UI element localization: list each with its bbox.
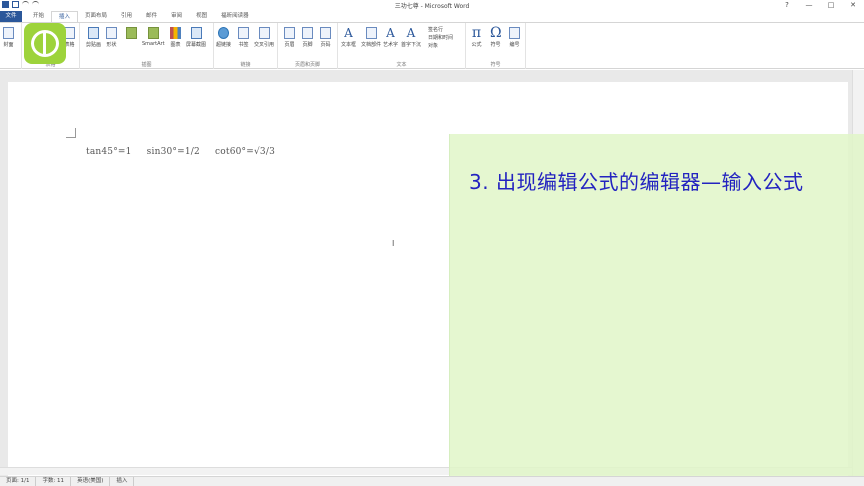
ribbon-tabs: 文件 开始 插入 页面布局 引用 邮件 审阅 视图 福昕阅读器 [0, 11, 864, 22]
screenshot-icon [190, 27, 202, 39]
group-header-footer: 页眉 页脚 页码 页眉和页脚 [278, 23, 338, 69]
smartart-button[interactable]: SmartArt [142, 27, 165, 47]
ribbon: 封面 表格 表格 剪贴画 形状 SmartArt 图表 屏幕截图 插图 超链接 … [0, 22, 864, 69]
page-number-icon [320, 27, 331, 39]
equation-button[interactable]: π 公式 [471, 25, 482, 48]
group-pages: 封面 [0, 23, 22, 69]
footer-button[interactable]: 页脚 [302, 27, 313, 48]
group-label-illustrations: 插图 [141, 62, 152, 68]
symbol-button[interactable]: Ω 符号 [490, 25, 502, 48]
status-mode[interactable]: 插入 [110, 477, 135, 486]
numbering-button[interactable]: 编号 [509, 27, 520, 48]
smartart-icon [147, 27, 159, 39]
tab-view[interactable]: 视图 [189, 11, 214, 22]
cover-button[interactable]: 封面 [3, 27, 14, 48]
tab-file[interactable]: 文件 [0, 11, 22, 22]
tab-foxit[interactable]: 福昕阅读器 [214, 11, 256, 22]
omega-icon: Ω [490, 25, 502, 41]
tab-home[interactable]: 开始 [26, 11, 51, 22]
close-button[interactable]: ✕ [842, 0, 864, 10]
maximize-button[interactable]: □ [820, 0, 842, 10]
globe-icon [218, 27, 229, 39]
group-label-text: 文本 [396, 62, 407, 68]
chart-button[interactable]: 图表 [170, 27, 181, 48]
quickparts-button[interactable]: 文档部件 [361, 27, 381, 48]
hyperlink-button[interactable]: 超链接 [216, 27, 231, 48]
chart-icon [170, 27, 181, 39]
ibeam-cursor-icon: I [392, 239, 395, 248]
status-language[interactable]: 英语(美国) [71, 477, 111, 486]
header-button[interactable]: 页眉 [284, 27, 295, 48]
group-symbols: π 公式 Ω 符号 编号 符号 [466, 23, 526, 69]
dropcap-button[interactable]: A 首字下沉 [401, 27, 421, 48]
tutorial-caption: 3. 出现编辑公式的编辑器—输入公式 [469, 170, 804, 194]
textbox-icon: A [344, 26, 353, 40]
wordart-button[interactable]: A 艺术字 [383, 27, 398, 48]
clipart-icon [126, 27, 137, 39]
object-button[interactable]: 对象 [428, 42, 453, 50]
number-icon [509, 27, 520, 39]
date-time-button[interactable]: 日期和时间 [428, 34, 453, 42]
drop-cap-icon: A [406, 26, 416, 40]
bookmark-icon [238, 27, 249, 39]
brand-logo [24, 23, 66, 64]
footer-icon [302, 27, 313, 39]
group-illustrations: 剪贴画 形状 SmartArt 图表 屏幕截图 插图 [80, 23, 214, 69]
clipart-button[interactable] [126, 27, 137, 41]
group-links: 超链接 书签 交叉引用 链接 [214, 23, 278, 69]
tab-page-layout[interactable]: 页面布局 [78, 11, 114, 22]
pi-icon: π [471, 25, 482, 41]
formula-line[interactable]: tan45°=1 sin30°=1/2 cot60°=√3/3 [86, 147, 287, 157]
tab-insert[interactable]: 插入 [51, 11, 79, 22]
tab-references[interactable]: 引用 [114, 11, 139, 22]
window-controls: ? — □ ✕ [776, 0, 864, 10]
status-page[interactable]: 页面: 1/1 [0, 477, 37, 486]
formula-sin: sin30°=1/2 [146, 147, 200, 157]
cover-page-icon [3, 27, 14, 39]
title-bar: 三功七尊 - Microsoft Word ? — □ ✕ [0, 0, 864, 11]
group-label-header-footer: 页眉和页脚 [294, 62, 320, 68]
text-small-commands: 签名行 日期和时间 对象 [428, 26, 453, 50]
tab-review[interactable]: 审阅 [164, 11, 189, 22]
page-number-button[interactable]: 页码 [320, 27, 331, 48]
status-words[interactable]: 字数: 11 [36, 477, 72, 486]
group-text: A 文本框 文档部件 A 艺术字 A 首字下沉 签名行 日期和时间 对象 文本 [338, 23, 466, 69]
shapes-button[interactable]: 形状 [106, 27, 117, 48]
cross-reference-icon [258, 27, 270, 39]
pictures-button[interactable]: 剪贴画 [86, 27, 101, 48]
logo-bar [43, 33, 46, 54]
shapes-icon [106, 27, 117, 39]
minimize-button[interactable]: — [798, 0, 820, 10]
status-bar: 页面: 1/1 字数: 11 英语(美国) 插入 [0, 476, 864, 486]
header-icon [284, 27, 295, 39]
crossref-button[interactable]: 交叉引用 [254, 27, 274, 48]
tab-mailings[interactable]: 邮件 [139, 11, 164, 22]
window-title: 三功七尊 - Microsoft Word [394, 3, 470, 10]
formula-cot: cot60°=√3/3 [215, 147, 276, 157]
wordart-icon: A [386, 26, 395, 40]
group-label-symbols: 符号 [490, 62, 501, 68]
help-button[interactable]: ? [776, 0, 798, 10]
screenshot-button[interactable]: 屏幕截图 [186, 27, 206, 48]
quick-parts-icon [365, 27, 377, 39]
formula-tan: tan45°=1 [86, 147, 132, 157]
margin-mark-left [66, 128, 76, 138]
group-label-links: 链接 [240, 62, 251, 68]
picture-icon [88, 27, 99, 39]
signature-line-button[interactable]: 签名行 [428, 26, 453, 34]
bookmark-button[interactable]: 书签 [238, 27, 249, 48]
textbox-button[interactable]: A 文本框 [341, 27, 356, 48]
